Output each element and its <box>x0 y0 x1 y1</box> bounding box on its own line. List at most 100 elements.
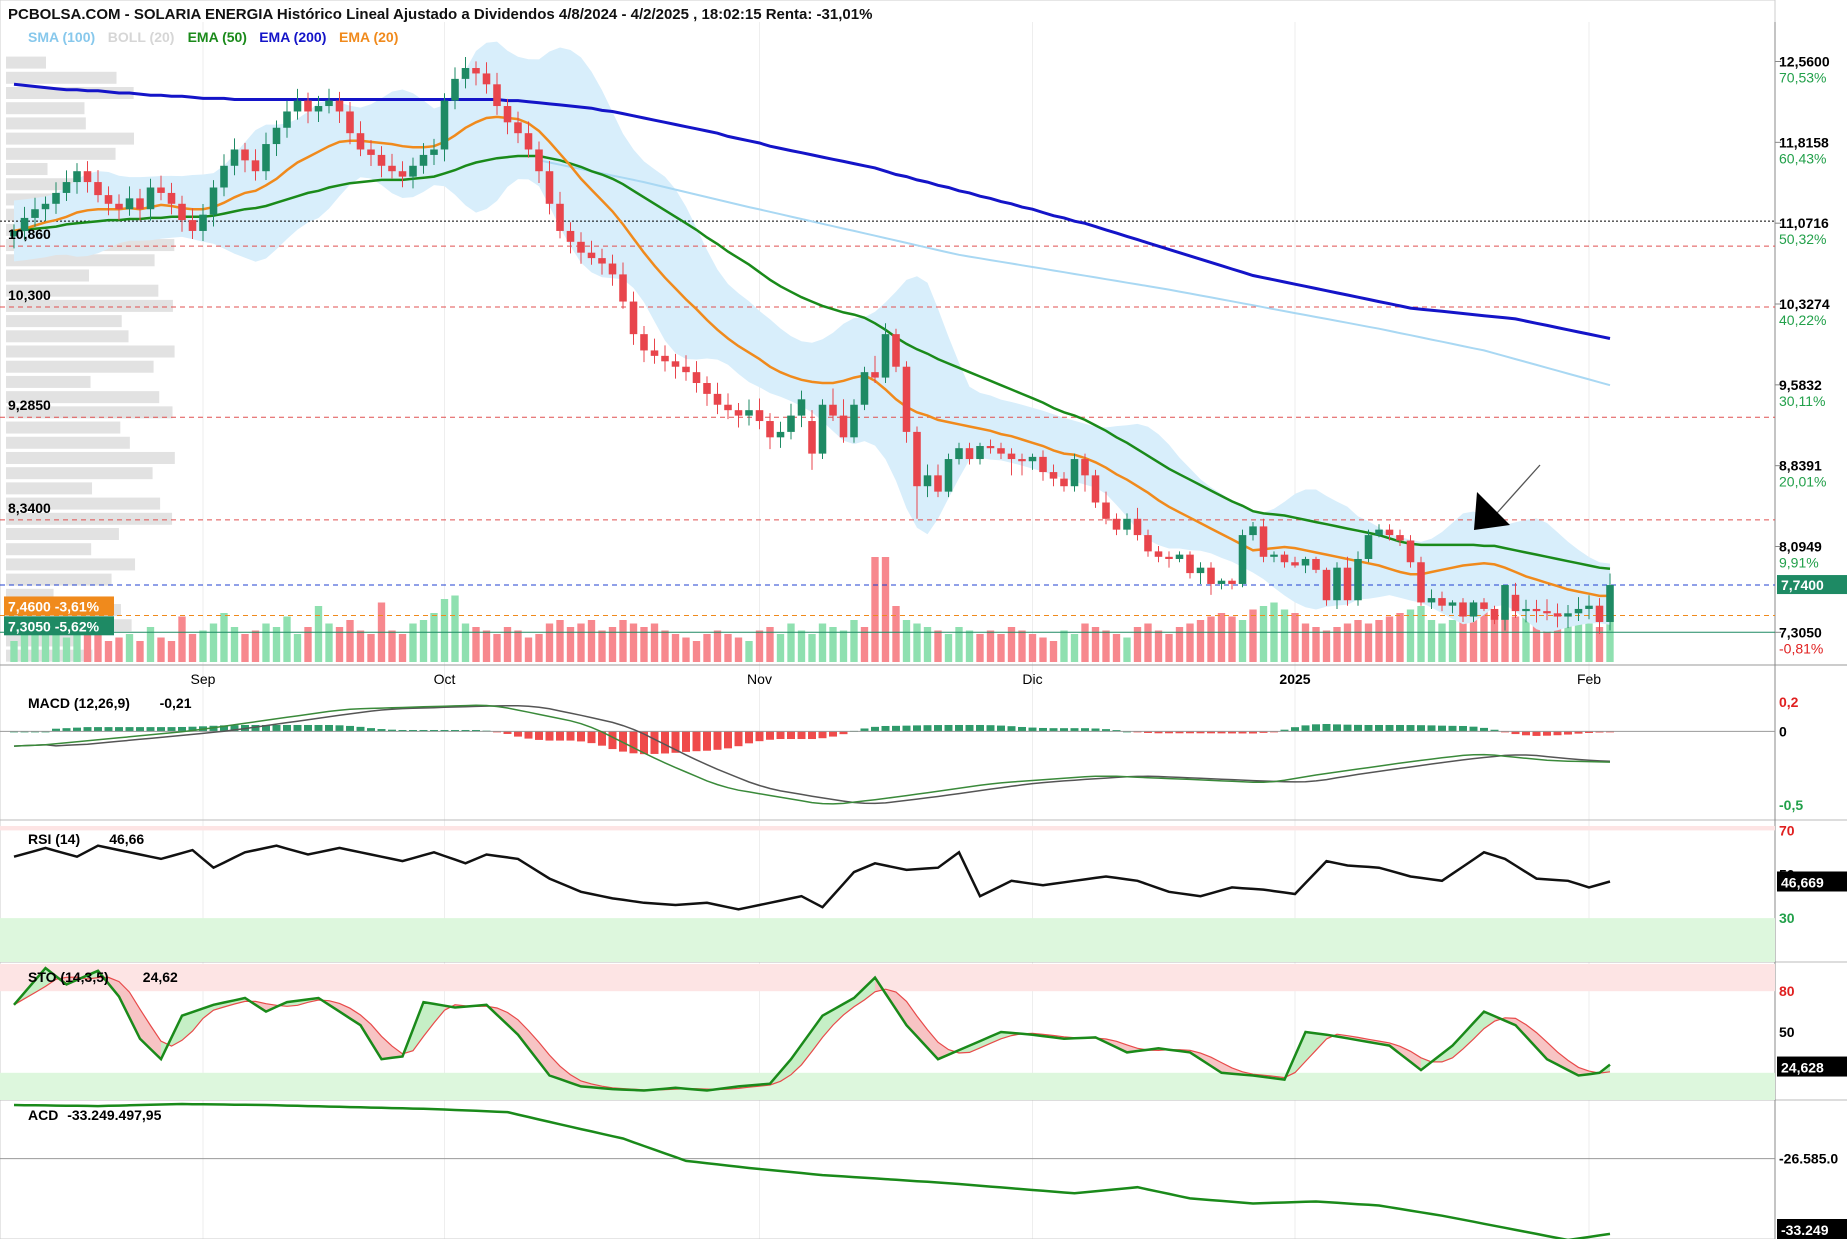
price-axis-pct: 20,01% <box>1779 474 1826 490</box>
macd-histogram-bar <box>304 724 312 732</box>
volume-bar <box>1375 620 1383 662</box>
macd-axis-label: 0 <box>1779 723 1787 739</box>
price-axis-label: 12,5600 <box>1779 54 1830 70</box>
volume-bar <box>902 620 911 662</box>
volume-bar <box>220 613 228 662</box>
candle-body <box>535 149 543 172</box>
candle-body <box>83 171 92 183</box>
x-axis-label: 2025 <box>1279 671 1310 687</box>
macd-histogram-bar <box>1375 724 1383 732</box>
macd-histogram-bar <box>682 731 690 752</box>
x-axis-label: Dic <box>1022 671 1042 687</box>
candle-body <box>1175 554 1184 559</box>
macd-histogram-bar <box>1301 725 1310 732</box>
volume-profile-bar <box>6 147 116 160</box>
rsi-axis-label: 70 <box>1779 822 1795 838</box>
macd-histogram-bar <box>1028 727 1037 732</box>
volume-bar <box>199 630 207 662</box>
volume-bar <box>157 637 165 662</box>
macd-histogram-bar <box>535 731 543 740</box>
candle-body <box>1606 585 1614 622</box>
candle-body <box>566 230 575 242</box>
volume-bar <box>1112 634 1121 662</box>
macd-histogram-bar <box>629 731 638 754</box>
volume-profile-bar <box>6 421 121 434</box>
volume-bar <box>31 634 39 662</box>
volume-bar <box>598 630 606 662</box>
teal-price-badge: 7,3050 -5,62% <box>8 618 100 634</box>
macd-histogram-bar <box>787 731 795 740</box>
volume-bar <box>1438 623 1446 662</box>
volume-bar <box>1301 623 1310 662</box>
candle-body <box>1301 558 1310 566</box>
volume-bar <box>1238 620 1247 662</box>
sto-overbought-zone <box>0 964 1775 992</box>
volume-bar <box>1280 609 1289 662</box>
candle-body <box>734 410 743 416</box>
macd-histogram-bar <box>829 731 837 737</box>
macd-histogram-bar <box>1480 727 1488 732</box>
candle-body <box>1291 562 1299 566</box>
price-axis-label: 8,0949 <box>1779 539 1822 555</box>
macd-histogram-bar <box>73 727 81 732</box>
volume-bar <box>1070 634 1079 662</box>
volume-profile-bar <box>6 543 92 556</box>
volume-bar <box>871 557 879 662</box>
volume-profile-bar <box>6 117 86 130</box>
volume-profile-bar <box>6 436 130 449</box>
macd-histogram-bar <box>818 731 827 739</box>
volume-bar <box>1102 630 1110 662</box>
candle-body <box>871 372 879 378</box>
candle-body <box>1553 613 1562 617</box>
candle-body <box>976 446 984 460</box>
candle-body <box>524 133 533 150</box>
volume-bar <box>1249 609 1257 662</box>
candle-body <box>1028 456 1037 462</box>
candle-body <box>430 149 438 155</box>
macd-histogram-bar <box>1343 724 1352 732</box>
macd-histogram-bar <box>167 727 176 732</box>
legend-item: EMA (200) <box>259 29 326 45</box>
candle-body <box>1543 611 1551 614</box>
macd-histogram-bar <box>734 731 743 747</box>
candle-body <box>839 415 848 438</box>
candle-body <box>1049 472 1058 479</box>
volume-profile-bar <box>6 558 136 571</box>
macd-value: -0,21 <box>160 695 192 711</box>
candle-body <box>1595 605 1604 622</box>
macd-histogram-bar <box>1312 724 1320 732</box>
volume-bar <box>965 630 974 662</box>
price-axis-label: 9,5832 <box>1779 377 1822 393</box>
macd-histogram-bar <box>146 727 155 732</box>
candle-body <box>146 187 155 210</box>
candle-body <box>293 100 302 112</box>
volume-bar <box>1217 613 1226 662</box>
macd-histogram-bar <box>745 731 753 744</box>
volume-bar <box>1144 623 1152 662</box>
volume-bar <box>136 641 144 662</box>
macd-histogram-bar <box>94 727 102 732</box>
candle-body <box>451 78 459 101</box>
volume-bar <box>577 623 585 662</box>
volume-bar <box>104 641 113 662</box>
x-axis-label: Sep <box>191 671 216 687</box>
rsi-label: RSI (14) <box>28 831 80 847</box>
candle-body <box>1511 594 1520 612</box>
candle-body <box>167 192 176 204</box>
candle-body <box>1217 580 1226 584</box>
macd-histogram-bar <box>1417 725 1425 732</box>
volume-bar <box>703 634 711 662</box>
macd-axis-label: 0,2 <box>1779 694 1799 710</box>
candle-body <box>94 182 102 196</box>
macd-label: MACD (12,26,9) <box>28 695 130 711</box>
candle-body <box>545 171 554 204</box>
candle-body <box>346 111 354 134</box>
macd-histogram-bar <box>283 724 291 732</box>
candle-body <box>923 475 932 487</box>
macd-histogram-bar <box>1039 727 1047 732</box>
macd-histogram-bar <box>1007 726 1016 732</box>
volume-profile-bar <box>6 360 154 373</box>
volume-bar <box>419 620 428 662</box>
macd-axis-label: -0,5 <box>1779 797 1803 813</box>
rsi-overbought-zone <box>0 826 1775 831</box>
